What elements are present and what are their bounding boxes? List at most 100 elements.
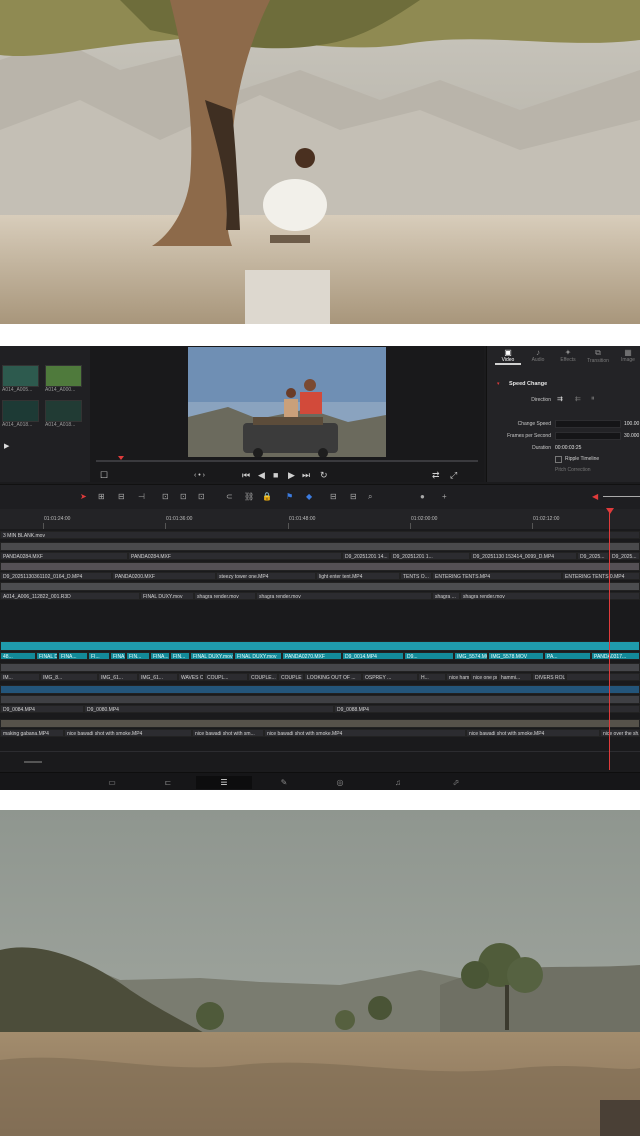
timeline-clip[interactable]: FINAL DUXY.mov [140,592,194,600]
timeline-clip[interactable]: nice bawadi shot with smoke.MP4 [466,729,600,737]
clip-thumbnail-strip[interactable] [0,719,640,728]
timeline-clip[interactable]: PANDA0284.MXF [0,552,128,560]
timeline-clip[interactable]: COUPLE TOP DOW... [278,673,304,681]
timeline-clip[interactable]: PANDA0317... [591,652,640,660]
timeline-clip[interactable]: nice bawadi shot with smoke.MP4 [264,729,466,737]
timeline-clip[interactable]: shagra render.mov [194,592,256,600]
timeline-playhead[interactable] [609,509,610,770]
page-cut-button[interactable]: ⊏ [140,776,196,789]
blade-tool-icon[interactable]: ⊣ [138,492,145,501]
clip-thumbnail-strip[interactable] [0,542,640,551]
snapping-icon[interactable]: ⊂ [226,492,233,501]
timeline-clip[interactable]: D9_0088.MP4 [334,705,640,713]
page-color-button[interactable]: ◎ [312,776,368,789]
volume-slider[interactable] [603,496,640,497]
clip-thumbnail-strip[interactable] [0,562,640,571]
timeline-clip[interactable]: nice ham... [446,673,470,681]
timeline-clip[interactable]: PANDA0270.MXF [282,652,342,660]
page-fusion-button[interactable]: ✎ [256,776,312,789]
clip-thumbnail-strip[interactable] [0,641,640,651]
position-lock-icon[interactable]: 🔒 [262,492,272,501]
zoom-detail-icon[interactable]: ⊟ [350,492,357,501]
timeline-clip[interactable]: D9_2025... [609,552,640,560]
timeline-playhead-handle[interactable] [606,508,614,514]
timeline-clip[interactable]: 48... [0,652,36,660]
timeline-clip[interactable]: FINA... [150,652,170,660]
timeline-clip[interactable]: nice bawadi shot with smoke.MP4 [64,729,192,737]
timeline-clip[interactable]: IMG_5578.MOV [488,652,544,660]
timeline-clip[interactable]: A014_A006_112822_001.R3D [0,592,140,600]
tab-image[interactable]: ▦ Image [615,348,640,363]
page-deliver-button[interactable]: ⬀ [428,776,484,789]
timeline-clip[interactable]: D9... [404,652,454,660]
clip-thumbnail-strip[interactable] [0,582,640,591]
timeline-clip[interactable]: FI... [88,652,110,660]
timeline-clip[interactable]: FINAL D... [36,652,58,660]
zoom-full-icon[interactable]: ⊟ [330,492,337,501]
play-reverse-icon[interactable]: ◀ [258,470,265,481]
timeline-clip[interactable]: D9_20251201 14... [342,552,390,560]
play-icon[interactable]: ▶ [288,470,295,481]
zoom-custom-icon[interactable]: ⌕ [368,492,372,502]
clip-thumbnail-strip[interactable] [0,663,640,672]
timeline-clip[interactable]: nice bawadi shot with sm... [192,729,264,737]
timeline-clip[interactable]: IMG_61... [138,673,178,681]
zoom-dot-icon[interactable]: ● [420,492,425,501]
tab-video[interactable]: ▣ Video [495,348,521,365]
timeline-clip[interactable]: nice one pr... [470,673,498,681]
timeline-clip[interactable]: hammi... [498,673,532,681]
timeline-clip[interactable]: D9_20251130 153414_0099_D.MP4 [470,552,577,560]
stop-icon[interactable]: ■ [273,470,278,480]
fps-slider[interactable] [555,432,621,440]
viewer-size-icon[interactable]: ☐ [100,470,108,481]
media-clip-thumbnail[interactable] [45,400,82,422]
timeline-clip[interactable]: PA... [544,652,591,660]
fps-value[interactable]: 30.000 [624,433,639,439]
timeline-clip[interactable]: FINA... [58,652,88,660]
zoom-plus-icon[interactable]: + [442,492,447,501]
timeline-clip[interactable]: COUPL... [204,673,248,681]
duration-value[interactable]: 00:00:03:25 [555,445,581,451]
timeline-clip[interactable]: IMG_61... [98,673,138,681]
timeline-clip[interactable]: OSPREY ... [362,673,418,681]
timeline-clip[interactable]: WAVES ON SH... [178,673,204,681]
skip-back-icon[interactable]: ⏮ [242,470,250,481]
timeline-clip[interactable]: H... [418,673,446,681]
change-speed-slider[interactable] [555,420,621,428]
viewer-playhead[interactable] [118,456,124,460]
trim-tool-icon[interactable]: ⊞ [98,492,105,501]
timeline-clip[interactable]: ENTERING TENTS 0.MP4 [562,572,640,580]
timeline-clip[interactable]: TENTS O... [400,572,432,580]
dynamic-trim-icon[interactable]: ⊟ [118,492,125,501]
loop-icon[interactable]: ↻ [320,470,328,481]
skip-forward-icon[interactable]: ⏭ [302,470,310,481]
change-speed-value[interactable]: 100.00 [624,421,639,427]
timeline-clip[interactable]: PANDA0200.MXF [112,572,216,580]
timeline-clip[interactable]: D9_20251201 1... [390,552,470,560]
timeline-clip[interactable]: D9_0014.MP4 [342,652,404,660]
tab-transition[interactable]: ⧉ Transition [585,348,611,364]
tab-audio[interactable]: ♪ Audio [525,348,551,363]
timeline-clip[interactable]: FINA... [110,652,126,660]
overwrite-clip-icon[interactable]: ⊡ [180,492,187,501]
timeline-clip[interactable]: FINAL DUXY.mov [190,652,234,660]
timeline-clip[interactable]: IM... [0,673,40,681]
fullscreen-icon[interactable]: ⤢ [450,470,457,481]
timeline-clip[interactable]: D9_20251130361102_0164_D.MP4 [0,572,112,580]
timeline-clip[interactable]: D9_0080.MP4 [84,705,334,713]
direction-reverse-icon[interactable]: ⇇ [575,395,581,403]
viewer-scrubber[interactable] [96,460,478,462]
media-clip-thumbnail[interactable] [2,365,39,387]
timeline-clip[interactable]: FINAL DUXY.mov [234,652,282,660]
page-edit-button[interactable]: ☰ [196,776,252,789]
media-clip-thumbnail[interactable] [2,400,39,422]
timeline-clip[interactable]: 3 MIN BLANK.mov [0,531,640,539]
timeline-clip[interactable]: shagra ... [432,592,460,600]
tab-effects[interactable]: ✦ Effects [555,348,581,363]
timeline-clip[interactable]: making gabana.MP4 [0,729,64,737]
audio-mute-icon[interactable]: ◀ [592,492,598,501]
section-collapse-icon[interactable]: ▾ [497,381,500,387]
timeline-clip[interactable] [566,673,640,681]
timeline-clip[interactable]: nice over the sh... [600,729,640,737]
timeline-clip[interactable]: FIN... [170,652,190,660]
